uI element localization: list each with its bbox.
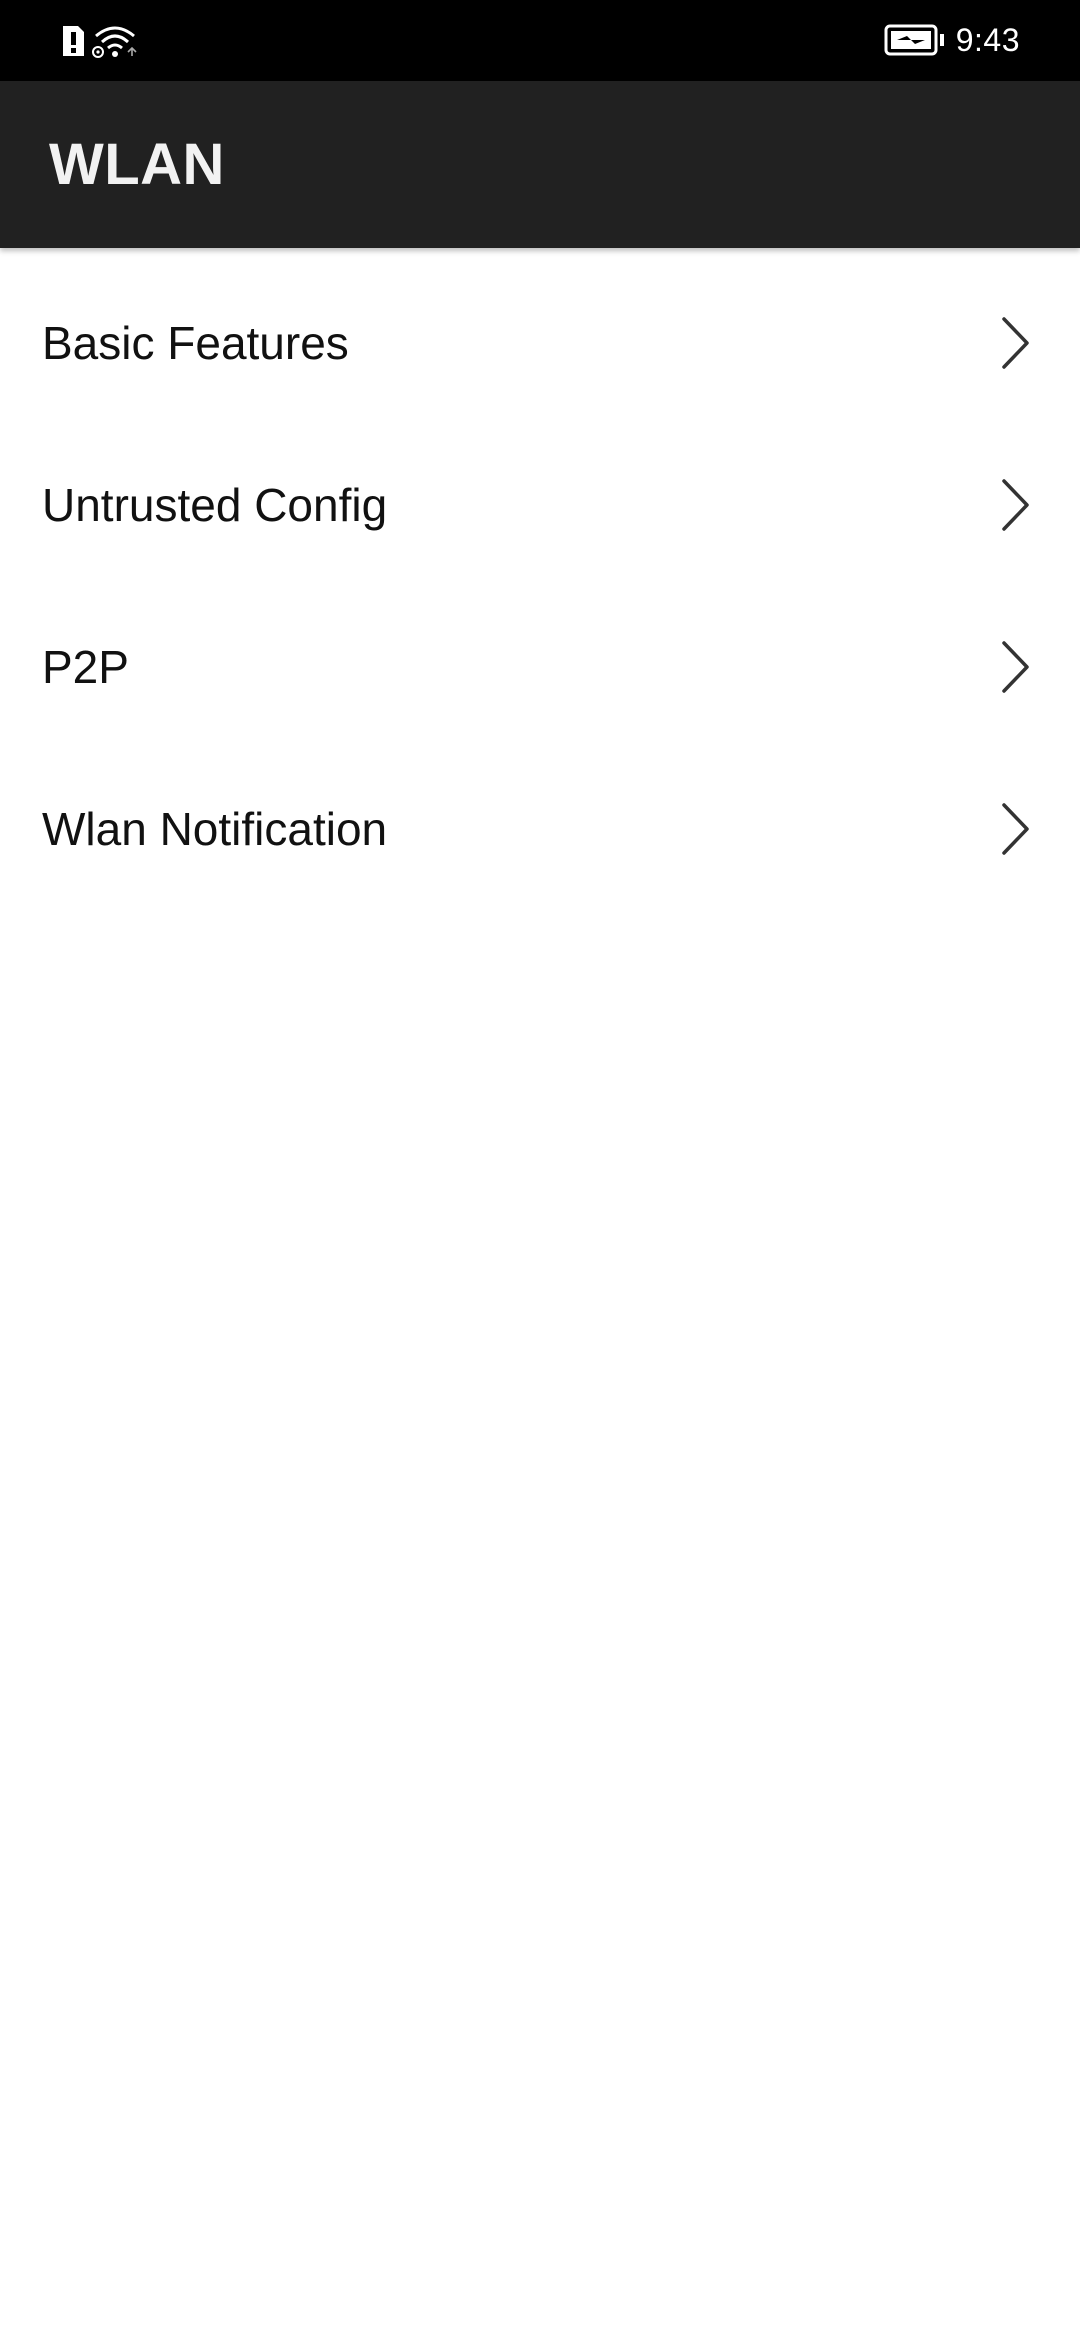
chevron-right-icon [1002, 803, 1029, 855]
menu-item-label: Untrusted Config [42, 479, 388, 531]
menu-item-label: Basic Features [42, 317, 349, 369]
menu-list: Basic Features Untrusted Config P2P Wlan… [0, 262, 1080, 910]
menu-item-wlan-notification[interactable]: Wlan Notification [0, 748, 1080, 910]
menu-item-label: Wlan Notification [42, 803, 388, 855]
chevron-right-icon [1002, 641, 1029, 693]
status-time: 9:43 [955, 21, 1020, 58]
page-title: WLAN [49, 132, 225, 197]
wifi-icon [92, 26, 137, 58]
menu-item-basic-features[interactable]: Basic Features [0, 262, 1080, 424]
battery-charging-icon [884, 24, 944, 56]
status-right: 9:43 [884, 18, 1020, 62]
app-bar: WLAN [0, 81, 1080, 248]
menu-item-label: P2P [42, 641, 129, 693]
menu-item-untrusted-config[interactable]: Untrusted Config [0, 424, 1080, 586]
chevron-right-icon [1002, 317, 1029, 369]
alert-icon [63, 26, 84, 56]
status-left-icons [60, 22, 138, 60]
status-bar: 9:43 [0, 0, 1080, 81]
chevron-right-icon [1002, 479, 1029, 531]
menu-item-p2p[interactable]: P2P [0, 586, 1080, 748]
